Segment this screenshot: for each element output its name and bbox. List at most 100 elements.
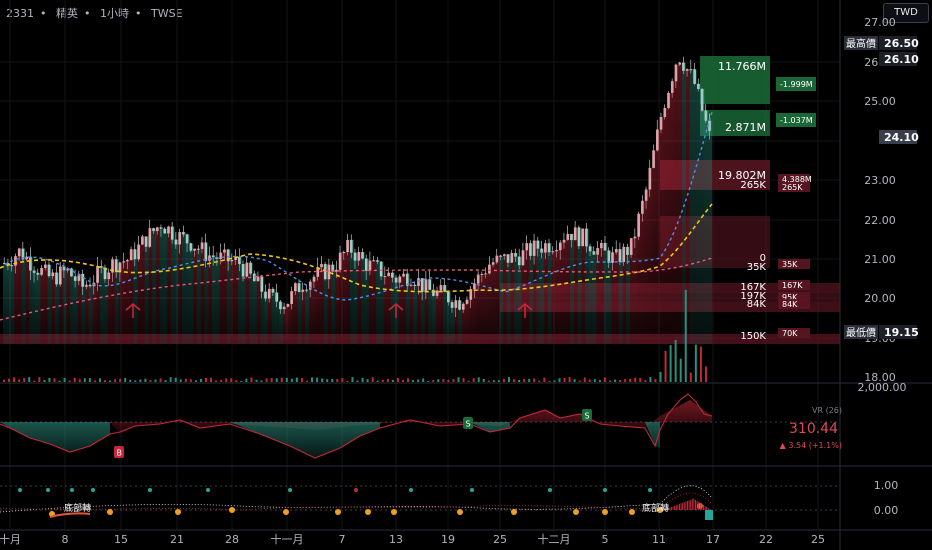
volume-bar — [78, 379, 81, 382]
price-24-label: 24.10 — [884, 131, 919, 144]
candle-fill — [204, 242, 209, 344]
time-axis-label: 22 — [759, 533, 773, 546]
candle-fill — [372, 260, 377, 344]
candle-fill — [540, 248, 545, 344]
oscillator-bar — [685, 501, 687, 510]
candle-fill — [100, 266, 104, 344]
price-chart-svg[interactable]: 27.0026.0025.0023.0022.0021.0020.0019.00… — [0, 0, 932, 550]
candle-fill — [103, 267, 108, 344]
oscillator-bar — [687, 501, 688, 510]
candle-fill — [611, 252, 616, 344]
oscillator-bar — [674, 505, 676, 510]
candle-fill — [256, 276, 261, 344]
candle-fill — [350, 239, 354, 344]
oscillator-bar — [709, 509, 711, 510]
volume-bar — [179, 379, 182, 382]
candle-fill — [297, 283, 302, 344]
price-axis-tick: 20.00 — [864, 292, 896, 305]
volume-bar — [235, 380, 238, 382]
volume-bar — [619, 379, 622, 382]
candle-fill — [238, 257, 242, 344]
oscillator-marker — [335, 509, 341, 515]
volume-bar — [124, 377, 127, 382]
volume-bar — [614, 379, 617, 382]
candle-fill — [47, 264, 52, 344]
volume-bar — [674, 340, 677, 382]
oscillator-dot — [18, 488, 22, 492]
volume-bar — [109, 380, 112, 382]
candle-fill — [21, 248, 26, 344]
volume-bar — [437, 379, 440, 382]
candle-fill — [88, 284, 93, 344]
volume-bar — [18, 379, 21, 382]
low-value: 19.15 — [884, 326, 919, 339]
candle-fill — [503, 254, 507, 344]
candle-fill — [473, 283, 477, 344]
oscillator-bar — [691, 499, 693, 510]
chart-window: 2331 • 精英 • 1小時 • TWSE TWD 27.00 25.00 2… — [0, 0, 932, 550]
volume-bar — [295, 377, 298, 382]
osc-marker-text: 底部轉 — [642, 502, 669, 514]
volume-bar — [3, 379, 5, 382]
candle-fill — [107, 272, 112, 344]
volume-bar — [351, 377, 354, 382]
volume-bar — [533, 378, 536, 382]
candle-fill — [73, 276, 78, 344]
volume-bar — [311, 377, 314, 382]
candle-fill — [424, 279, 429, 344]
volume-bar — [8, 378, 11, 382]
volume-bar — [422, 378, 425, 382]
candle-fill — [155, 227, 160, 344]
candle-fill — [189, 243, 194, 344]
order-level-label: 35K — [747, 262, 767, 273]
volume-bar — [401, 380, 404, 382]
candle-fill — [577, 227, 582, 344]
price-axis-tick: 21.00 — [864, 253, 896, 266]
candle-fill — [413, 284, 418, 344]
candle-fill — [678, 62, 683, 344]
volume-bar — [275, 378, 278, 382]
candle-fill — [667, 92, 672, 345]
oscillator-bar — [693, 498, 695, 510]
candle-fill — [704, 110, 709, 345]
candle-fill — [517, 256, 522, 344]
candle-fill — [267, 288, 272, 344]
candle-fill — [197, 248, 201, 344]
candle-fill — [618, 249, 623, 344]
volume-bar — [684, 290, 687, 382]
candle-fill — [215, 257, 220, 344]
candle-fill — [55, 272, 60, 344]
order-level-label: 11.766M — [718, 60, 766, 73]
candle-fill — [264, 291, 269, 344]
volume-bar — [240, 380, 243, 382]
candle-fill — [301, 289, 306, 344]
volume-bar — [265, 378, 268, 382]
oscillator-bar — [683, 502, 685, 510]
volume-bar — [134, 380, 137, 382]
candle-fill — [447, 291, 451, 344]
candle-fill — [111, 259, 116, 344]
candle-fill — [133, 249, 138, 344]
volume-bar — [386, 378, 389, 382]
oscillator-pane — [0, 485, 840, 520]
volume-bar — [260, 380, 263, 382]
volume-bar — [528, 378, 531, 382]
candle-fill — [338, 252, 343, 344]
volume-bar — [467, 380, 470, 382]
candle-fill — [376, 260, 380, 344]
volume-bar — [457, 377, 460, 382]
signal-badge-label: B — [117, 449, 123, 458]
candle-fill — [428, 279, 433, 344]
price-axis-tick: 27.00 — [864, 16, 896, 29]
time-axis-label: 十一月 — [271, 532, 304, 546]
volume-bar — [189, 379, 192, 382]
oscillator-bar — [682, 502, 684, 510]
volume-bar — [28, 377, 31, 382]
oscillator-dot — [288, 488, 292, 492]
oscillator-bar — [706, 507, 708, 510]
oscillator-dot — [70, 488, 74, 492]
volume-bar — [381, 379, 384, 382]
volume-bar — [639, 377, 642, 382]
volume-bar — [513, 379, 516, 382]
oscillator-dot — [354, 488, 358, 492]
